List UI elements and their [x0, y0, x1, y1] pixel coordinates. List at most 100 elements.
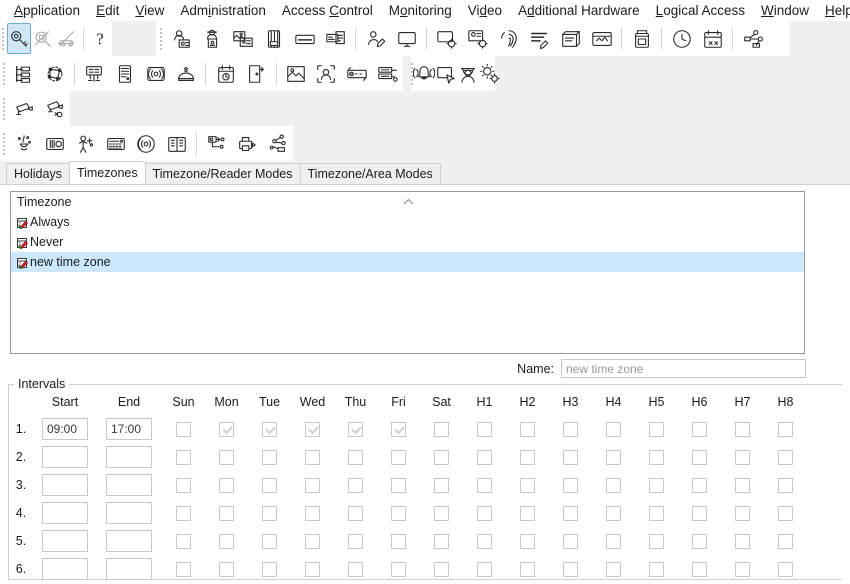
list-edit-button[interactable]: [524, 23, 555, 54]
calendar-schedule-button[interactable]: [697, 23, 728, 54]
checkbox-h6-2[interactable]: [692, 449, 707, 465]
help-question-button[interactable]: ?: [88, 23, 112, 54]
site-tree-button[interactable]: [9, 58, 40, 89]
checkbox-sat-1[interactable]: [434, 421, 449, 437]
monitor-button[interactable]: [391, 23, 422, 54]
toolbar-grip[interactable]: [0, 91, 9, 126]
tab-timezones[interactable]: Timezones: [68, 161, 146, 184]
checkbox-tue-2[interactable]: [262, 449, 277, 465]
checkbox-h5-6[interactable]: [649, 561, 664, 577]
checkbox-sun-1[interactable]: [176, 421, 191, 437]
checkbox-mon-5[interactable]: [219, 533, 234, 549]
checkbox-fri-6[interactable]: [391, 561, 406, 577]
checkbox-h3-1[interactable]: [563, 421, 578, 437]
checkbox-h7-6[interactable]: [735, 561, 750, 577]
end-time-input-5[interactable]: [106, 530, 152, 552]
checkbox-thu-4[interactable]: [348, 505, 363, 521]
checkbox-wed-4[interactable]: [305, 505, 320, 521]
menu-item-window[interactable]: Window: [753, 0, 817, 21]
report-window-button[interactable]: [586, 23, 617, 54]
checkbox-sat-6[interactable]: [434, 561, 449, 577]
reader-wireless-button[interactable]: [140, 58, 171, 89]
start-time-input-1[interactable]: [42, 418, 88, 440]
checkbox-wed-1[interactable]: [305, 421, 320, 437]
checkbox-h3-5[interactable]: [563, 533, 578, 549]
checkbox-thu-3[interactable]: [348, 477, 363, 493]
clock-button[interactable]: [666, 23, 697, 54]
menu-item-help[interactable]: Help: [817, 0, 850, 21]
intrusion-alarm-button[interactable]: [9, 128, 40, 159]
badge-settings-button[interactable]: [462, 23, 493, 54]
door-module-button[interactable]: [110, 58, 141, 89]
list-item[interactable]: Never: [11, 232, 804, 252]
checkbox-h8-6[interactable]: [778, 561, 793, 577]
menu-item-administration[interactable]: Administration: [172, 0, 274, 21]
toolbar-grip[interactable]: [0, 21, 7, 56]
network-topology-button[interactable]: [737, 23, 768, 54]
checkbox-h5-2[interactable]: [649, 449, 664, 465]
toolbar-grip[interactable]: [0, 126, 9, 161]
checkbox-h3-2[interactable]: [563, 449, 578, 465]
checkbox-h6-6[interactable]: [692, 561, 707, 577]
checkbox-h8-4[interactable]: [778, 505, 793, 521]
checkbox-h6-5[interactable]: [692, 533, 707, 549]
checkbox-h1-1[interactable]: [477, 421, 492, 437]
badge-map-button[interactable]: [281, 58, 312, 89]
print-job-button[interactable]: [232, 128, 263, 159]
card-printer-button[interactable]: [258, 23, 289, 54]
start-time-input-5[interactable]: [42, 530, 88, 552]
name-input[interactable]: [561, 359, 806, 378]
reader-dome-button[interactable]: [171, 58, 202, 89]
checkbox-tue-4[interactable]: [262, 505, 277, 521]
screen-click-button[interactable]: [435, 58, 457, 89]
menu-item-access-control[interactable]: Access Control: [274, 0, 381, 21]
checkbox-h7-1[interactable]: [735, 421, 750, 437]
checkbox-h6-1[interactable]: [692, 421, 707, 437]
keypad-button[interactable]: [101, 128, 132, 159]
checkbox-sat-3[interactable]: [434, 477, 449, 493]
visitor-button[interactable]: [196, 23, 227, 54]
search-key-button[interactable]: [6, 23, 32, 54]
toolbar-grip[interactable]: [156, 21, 165, 56]
tab-timezone-reader-modes[interactable]: Timezone/Reader Modes: [144, 163, 301, 184]
elevator-panel-button[interactable]: [39, 128, 70, 159]
checkbox-mon-2[interactable]: [219, 449, 234, 465]
checkbox-h3-3[interactable]: [563, 477, 578, 493]
timezone-list-header[interactable]: Timezone: [11, 192, 804, 212]
checkbox-sun-4[interactable]: [176, 505, 191, 521]
checkbox-h6-3[interactable]: [692, 477, 707, 493]
checkbox-mon-4[interactable]: [219, 505, 234, 521]
toolbar-grip[interactable]: [0, 56, 9, 91]
checkbox-mon-1[interactable]: [219, 421, 234, 437]
fingerprint-button[interactable]: [493, 23, 524, 54]
database-button[interactable]: [626, 23, 657, 54]
checkbox-sat-5[interactable]: [434, 533, 449, 549]
alarm-bell-button[interactable]: [413, 58, 435, 89]
checkbox-thu-6[interactable]: [348, 561, 363, 577]
end-time-input-3[interactable]: [106, 474, 152, 496]
start-time-input-6[interactable]: [42, 558, 88, 580]
checkbox-h1-3[interactable]: [477, 477, 492, 493]
checkbox-fri-3[interactable]: [391, 477, 406, 493]
checkbox-h4-3[interactable]: [606, 477, 621, 493]
checkbox-fri-2[interactable]: [391, 449, 406, 465]
door-exit-button[interactable]: [241, 58, 272, 89]
checkbox-h7-5[interactable]: [735, 533, 750, 549]
checkbox-tue-3[interactable]: [262, 477, 277, 493]
network-nodes-button[interactable]: [39, 58, 70, 89]
checkbox-tue-6[interactable]: [262, 561, 277, 577]
checkbox-mon-6[interactable]: [219, 561, 234, 577]
calendar-clock-button[interactable]: [210, 58, 241, 89]
checkbox-h1-2[interactable]: [477, 449, 492, 465]
checkbox-wed-3[interactable]: [305, 477, 320, 493]
person-add-button[interactable]: [70, 128, 101, 159]
area-group-button[interactable]: [372, 58, 403, 89]
share-network-button[interactable]: [262, 128, 293, 159]
checkbox-sat-2[interactable]: [434, 449, 449, 465]
checkbox-h4-2[interactable]: [606, 449, 621, 465]
checkbox-h6-4[interactable]: [692, 505, 707, 521]
screen-settings-button[interactable]: [431, 23, 462, 54]
start-time-input-2[interactable]: [42, 446, 88, 468]
tab-timezone-area-modes[interactable]: Timezone/Area Modes: [299, 163, 441, 184]
checkbox-h5-4[interactable]: [649, 505, 664, 521]
